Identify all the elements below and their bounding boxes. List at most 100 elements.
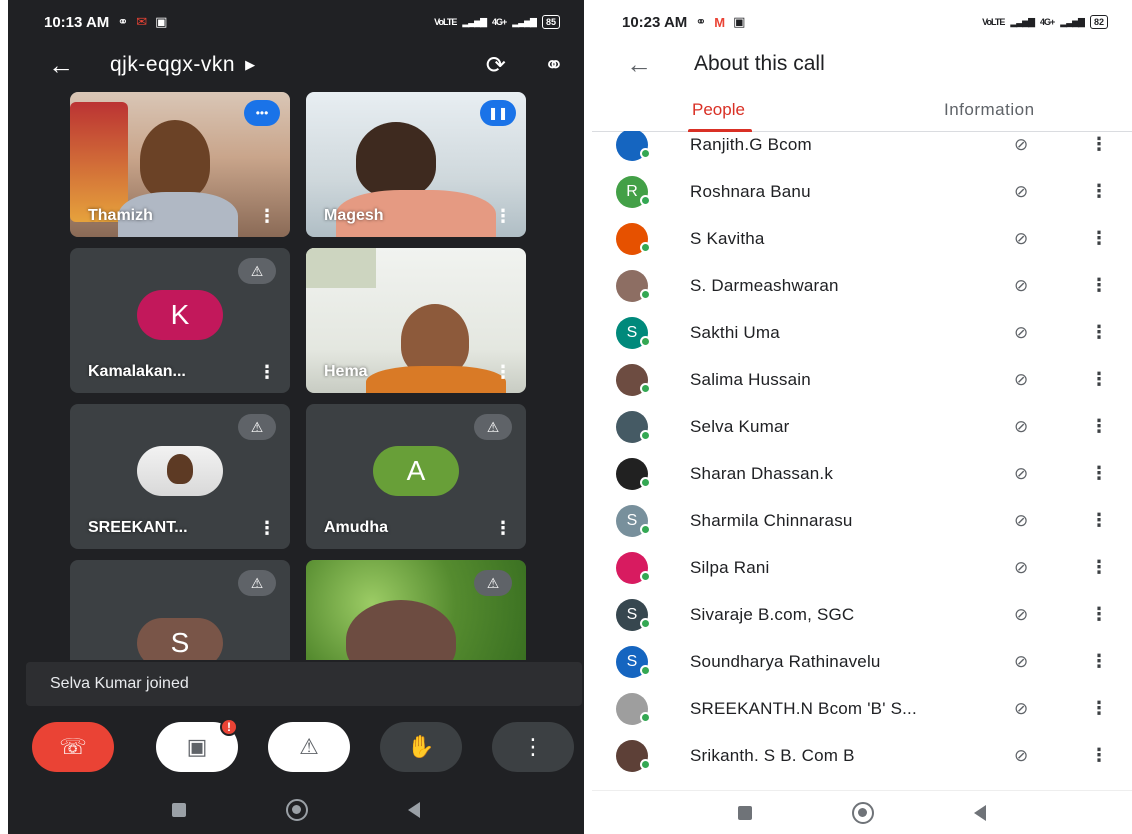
meeting-code[interactable]: qjk-eqgx-vkn [110, 53, 235, 77]
more-vert-icon[interactable]: ⋮ [494, 518, 512, 539]
recents-icon[interactable] [738, 805, 752, 820]
tab-information[interactable]: Information [944, 100, 1035, 120]
status-bar: 10:13 AM ⚭ ✉ ▣ VoLTE ▂▃▅▇ 4G+ ▂▃▅▇ 85 [8, 0, 584, 44]
headphones-icon[interactable]: ⚭ [544, 51, 564, 80]
more-vert-icon[interactable]: ⋮ [1090, 604, 1108, 625]
more-vert-icon[interactable]: ⋮ [1090, 698, 1108, 719]
more-vert-icon[interactable]: ⋮ [1090, 510, 1108, 531]
participant-row[interactable]: Ranjith.G Bcom ⊘ ⋮ [592, 131, 1132, 168]
participant-tile[interactable]: ⚠ [306, 560, 526, 660]
speaking-indicator-icon: ••• [244, 100, 280, 126]
more-vert-icon[interactable]: ⋮ [1090, 745, 1108, 766]
participant-name: Srikanth. S B. Com B [690, 745, 855, 765]
network-type: 4G+ [1040, 17, 1055, 27]
mic-off-icon: ⊘ [1014, 557, 1029, 577]
mic-off-icon: ⊘ [1014, 134, 1029, 154]
alert-badge: ! [220, 718, 238, 736]
home-icon[interactable] [852, 801, 874, 824]
tab-people[interactable]: People [692, 100, 745, 120]
participant-row[interactable]: SREEKANTH.N Bcom 'B' S... ⊘ ⋮ [592, 685, 1132, 732]
mic-off-icon: ⚠ [238, 258, 276, 284]
switch-camera-icon[interactable]: ⟳ [486, 51, 506, 80]
more-vert-icon[interactable]: ⋮ [1090, 557, 1108, 578]
camera-toggle-button[interactable]: ▣ ! [156, 718, 238, 772]
more-vert-icon[interactable]: ⋮ [1090, 181, 1108, 202]
more-vert-icon[interactable]: ⋮ [1090, 228, 1108, 249]
participant-tile[interactable]: ⚠ K Kamalakan... ⋮ [70, 248, 290, 393]
volte-icon: VoLTE [982, 17, 1005, 27]
more-vert-icon[interactable]: ⋮ [258, 362, 276, 383]
more-vert-icon[interactable]: ⋮ [494, 206, 512, 227]
shrine-image [70, 102, 128, 222]
participant-tile[interactable]: ⚠ S [70, 560, 290, 660]
participant-row[interactable]: S. Darmeashwaran ⊘ ⋮ [592, 262, 1132, 309]
mic-toggle-button[interactable]: ⚠ [268, 722, 350, 772]
participant-grid: ••• Thamizh ⋮ ❚❚ Magesh ⋮ ⚠ K Kamalakan.… [70, 92, 526, 660]
mic-off-icon: ⚠ [474, 570, 512, 596]
mic-off-icon: ⊘ [1014, 651, 1029, 671]
participant-row[interactable]: Silpa Rani ⊘ ⋮ [592, 544, 1132, 591]
online-status-dot [640, 195, 651, 206]
video-status-icon: ▣ [155, 14, 168, 29]
online-status-dot [640, 618, 651, 629]
participant-row[interactable]: S Sivaraje B.com, SGC ⊘ ⋮ [592, 591, 1132, 638]
battery-icon: 85 [541, 15, 560, 29]
mic-off-icon: ⊘ [1014, 510, 1029, 530]
participant-tile[interactable]: ❚❚ Magesh ⋮ [306, 92, 526, 237]
more-vert-icon[interactable]: ⋮ [1090, 463, 1108, 484]
participant-tile[interactable]: ⚠ SREEKANT... ⋮ [70, 404, 290, 549]
more-vert-icon[interactable]: ⋮ [1090, 134, 1108, 155]
more-options-button[interactable]: ⋮ [492, 722, 574, 772]
status-bar: 10:23 AM ⚭ M ▣ VoLTE ▂▃▅▇ 4G+ ▂▃▅▇ 82 [592, 0, 1132, 44]
participant-row[interactable]: S Sakthi Uma ⊘ ⋮ [592, 309, 1132, 356]
participant-tile[interactable]: ⚠ A Amudha ⋮ [306, 404, 526, 549]
mic-off-icon: ⊘ [1014, 698, 1029, 718]
online-status-dot [640, 242, 651, 253]
participant-row[interactable]: Salima Hussain ⊘ ⋮ [592, 356, 1132, 403]
chevron-right-icon[interactable]: ▶ [245, 57, 255, 73]
participant-tile[interactable]: ••• Thamizh ⋮ [70, 92, 290, 237]
recents-icon[interactable] [172, 803, 186, 817]
participant-row[interactable]: Sharan Dhassan.k ⊘ ⋮ [592, 450, 1132, 497]
participant-row[interactable]: S Kavitha ⊘ ⋮ [592, 215, 1132, 262]
more-vert-icon[interactable]: ⋮ [494, 362, 512, 383]
more-vert-icon[interactable]: ⋮ [1090, 322, 1108, 343]
raise-hand-button[interactable]: ✋ [380, 722, 462, 772]
online-status-dot [640, 759, 651, 770]
more-vert-icon[interactable]: ⋮ [1090, 651, 1108, 672]
page-header: ← About this call [592, 44, 1132, 84]
participant-row[interactable]: R Roshnara Banu ⊘ ⋮ [592, 168, 1132, 215]
video-status-icon: ▣ [733, 14, 746, 29]
gmail-status-icon: ✉ [136, 14, 148, 29]
participant-name: Kamalakan... [88, 363, 186, 380]
end-call-button[interactable]: ☏ [32, 722, 114, 772]
online-status-dot [640, 712, 651, 723]
more-vert-icon[interactable]: ⋮ [258, 518, 276, 539]
back-nav-icon[interactable] [408, 802, 420, 818]
back-nav-icon[interactable] [974, 804, 986, 821]
person-head [356, 122, 436, 197]
more-vert-icon[interactable]: ⋮ [1090, 416, 1108, 437]
more-vert-icon[interactable]: ⋮ [1090, 369, 1108, 390]
participant-name: SREEKANTH.N Bcom 'B' S... [690, 698, 917, 718]
avatar-face [167, 453, 193, 484]
network-type: 4G+ [492, 17, 507, 27]
home-icon[interactable] [286, 799, 308, 821]
back-arrow-icon[interactable]: ← [48, 52, 74, 78]
mic-off-icon: ⊘ [1014, 745, 1029, 765]
participant-name: Soundharya Rathinavelu [690, 651, 881, 671]
online-status-dot [640, 289, 651, 300]
mic-off-icon: ⊘ [1014, 228, 1029, 248]
back-arrow-icon[interactable]: ← [626, 51, 652, 77]
participant-row[interactable]: Selva Kumar ⊘ ⋮ [592, 403, 1132, 450]
participant-row[interactable]: S Soundharya Rathinavelu ⊘ ⋮ [592, 638, 1132, 685]
participant-tile[interactable]: Hema ⋮ [306, 248, 526, 393]
more-vert-icon[interactable]: ⋮ [258, 206, 276, 227]
participant-name: Sharan Dhassan.k [690, 463, 834, 483]
battery-icon: 82 [1089, 15, 1108, 29]
hand-icon: ✋ [407, 734, 435, 759]
more-vert-icon[interactable]: ⋮ [1090, 275, 1108, 296]
mic-off-icon: ⊘ [1014, 416, 1029, 436]
participant-row[interactable]: Srikanth. S B. Com B ⊘ ⋮ [592, 732, 1132, 779]
participant-row[interactable]: S Sharmila Chinnarasu ⊘ ⋮ [592, 497, 1132, 544]
